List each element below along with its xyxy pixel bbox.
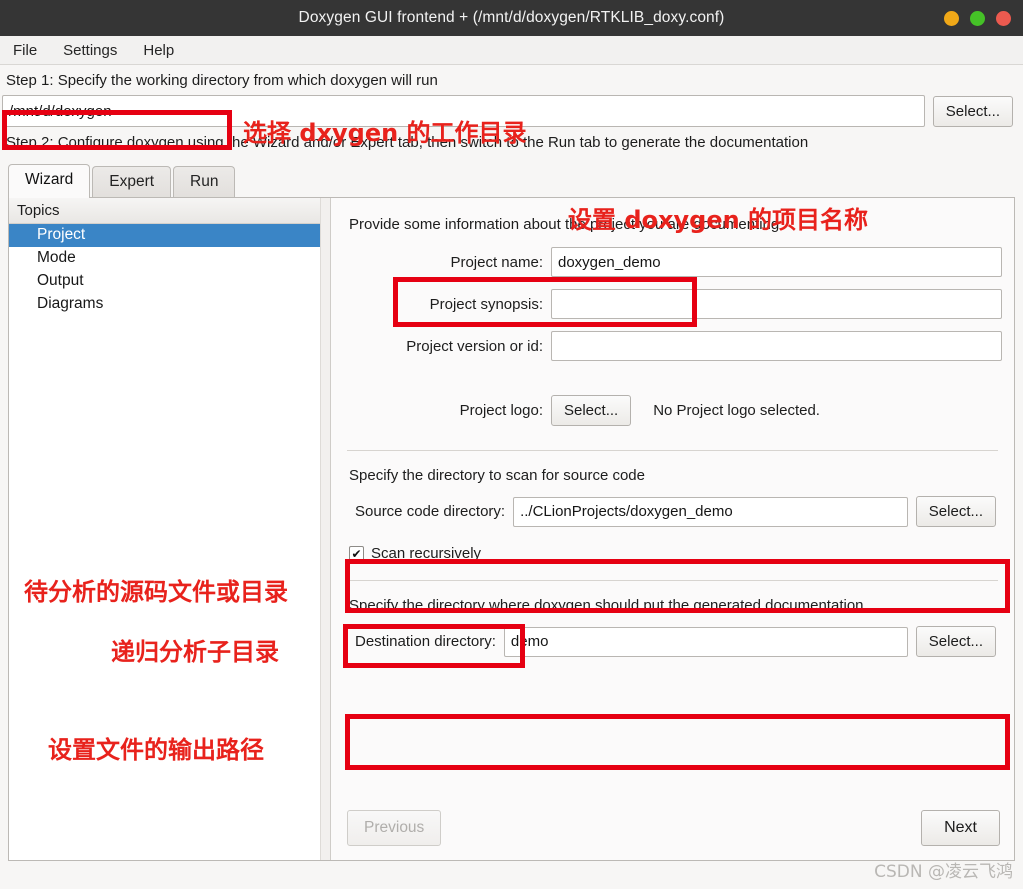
title-bar: Doxygen GUI frontend + (/mnt/d/doxygen/R…	[0, 0, 1023, 36]
project-version-label: Project version or id:	[406, 337, 543, 355]
divider-destination	[347, 580, 998, 581]
menu-help[interactable]: Help	[140, 40, 177, 61]
watermark: CSDN @凌云飞鸿	[874, 862, 1013, 882]
project-logo-select-button[interactable]: Select...	[551, 395, 632, 426]
source-directory-select-button[interactable]: Select...	[915, 496, 996, 527]
topic-item-project[interactable]: Project	[9, 224, 330, 247]
project-logo-status: No Project logo selected.	[653, 402, 820, 419]
wizard-navigation: Previous Next	[343, 810, 1002, 860]
destination-section-text: Specify the directory where doxygen shou…	[349, 597, 864, 614]
source-section-text: Specify the directory to scan for source…	[349, 467, 645, 484]
topic-item-diagrams[interactable]: Diagrams	[9, 293, 330, 316]
project-logo-row: Project logo: Select... No Project logo …	[343, 395, 1002, 426]
project-synopsis-label: Project synopsis:	[429, 295, 543, 313]
previous-button[interactable]: Previous	[347, 810, 442, 846]
project-version-row: Project version or id:	[343, 331, 1002, 361]
scan-recursively-row[interactable]: ✔ Scan recursively	[349, 545, 1002, 562]
minimize-icon[interactable]	[944, 10, 959, 26]
project-version-input[interactable]	[551, 331, 1002, 361]
destination-directory-select-button[interactable]: Select...	[915, 626, 996, 657]
window-controls	[944, 0, 1011, 36]
topic-item-mode[interactable]: Mode	[9, 247, 330, 270]
project-name-input[interactable]: doxygen_demo	[551, 247, 1002, 277]
project-synopsis-input[interactable]	[551, 289, 1002, 319]
tab-run[interactable]: Run	[173, 166, 236, 198]
project-synopsis-row: Project synopsis:	[343, 289, 1002, 319]
wizard-form-pane: Provide some information about the proje…	[331, 198, 1014, 860]
menu-settings[interactable]: Settings	[60, 40, 120, 61]
scan-recursively-label: Scan recursively	[371, 545, 482, 562]
annotation-working-directory: 选择 dxygen 的工作目录	[243, 119, 527, 147]
tab-expert[interactable]: Expert	[92, 166, 172, 198]
annotation-project-name: 设置 doxygen 的项目名称	[568, 206, 869, 234]
destination-directory-input[interactable]: demo	[503, 626, 908, 657]
main-content: Step 1: Specify the working directory fr…	[0, 65, 1023, 889]
scan-recursively-checkbox[interactable]: ✔	[349, 546, 364, 561]
menu-bar: File Settings Help	[0, 36, 1023, 65]
next-button[interactable]: Next	[921, 810, 1000, 846]
source-directory-label: Source code directory:	[355, 503, 506, 520]
project-logo-label: Project logo:	[459, 402, 543, 419]
close-icon[interactable]	[996, 10, 1011, 26]
project-name-label: Project name:	[450, 253, 543, 271]
tab-bar: Wizard Expert Run	[0, 163, 1023, 198]
window-title: Doxygen GUI frontend + (/mnt/d/doxygen/R…	[298, 9, 725, 26]
annotation-destination-directory: 设置文件的输出路径	[48, 736, 264, 764]
topic-item-output[interactable]: Output	[9, 270, 330, 293]
divider-source	[347, 450, 998, 451]
tab-wizard[interactable]: Wizard	[8, 164, 91, 198]
topics-header: Topics	[9, 198, 330, 224]
maximize-icon[interactable]	[970, 10, 985, 26]
step1-label: Step 1: Specify the working directory fr…	[6, 72, 438, 89]
source-directory-input[interactable]: ../CLionProjects/doxygen_demo	[513, 496, 908, 527]
annotation-source-directory: 待分析的源码文件或目录	[24, 578, 288, 606]
project-name-row: Project name: doxygen_demo	[343, 247, 1002, 277]
working-directory-select-button[interactable]: Select...	[932, 95, 1013, 127]
topics-scrollbar[interactable]	[320, 198, 330, 860]
destination-directory-row: Destination directory: demo Select...	[343, 626, 1002, 657]
source-directory-row: Source code directory: ../CLionProjects/…	[343, 496, 1002, 527]
menu-file[interactable]: File	[10, 40, 40, 61]
destination-directory-label: Destination directory:	[355, 633, 496, 650]
annotation-scan-recursively: 递归分析子目录	[111, 638, 279, 666]
